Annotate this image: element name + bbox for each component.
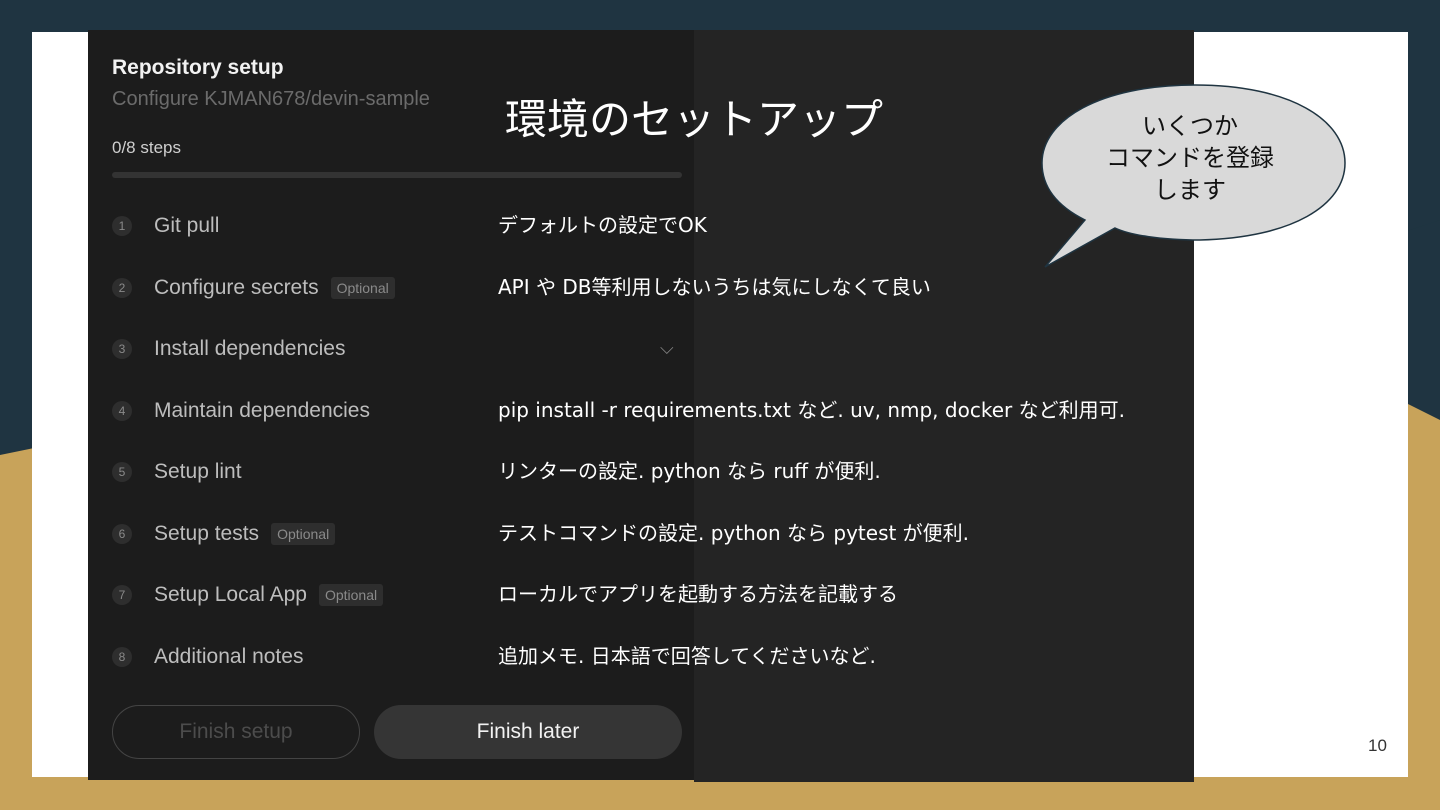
step-number: 6 bbox=[112, 524, 132, 544]
step-label: Additional notes bbox=[154, 645, 304, 668]
step-number: 3 bbox=[112, 339, 132, 359]
step-label: Configure secrets bbox=[154, 276, 319, 299]
optional-badge: Optional bbox=[271, 523, 336, 545]
note-git-pull: デフォルトの設定でOK bbox=[498, 213, 707, 237]
chevron-down-icon[interactable]: ⌵ bbox=[660, 338, 674, 359]
step-label: Setup lint bbox=[154, 460, 242, 483]
optional-badge: Optional bbox=[330, 277, 395, 299]
panel-subtitle: Configure KJMAN678/devin-sample bbox=[112, 88, 430, 110]
step-label: Setup Local App bbox=[154, 583, 307, 606]
note-maintain-dependencies: pip install -r requirements.txt など. uv, … bbox=[498, 398, 1125, 422]
panel-title: Repository setup bbox=[112, 56, 284, 79]
note-setup-lint: リンターの設定. python なら ruff が便利. bbox=[498, 459, 881, 483]
step-configure-secrets[interactable]: 2 Configure secrets Optional bbox=[112, 273, 395, 303]
note-setup-tests: テストコマンドの設定. python なら pytest が便利. bbox=[498, 521, 970, 545]
callout-line: いくつか bbox=[1142, 112, 1238, 140]
step-setup-local-app[interactable]: 7 Setup Local App Optional bbox=[112, 580, 384, 610]
step-number: 7 bbox=[112, 585, 132, 605]
step-number: 1 bbox=[112, 216, 132, 236]
finish-later-button[interactable]: Finish later bbox=[374, 705, 682, 759]
note-setup-local-app: ローカルでアプリを起動する方法を記載する bbox=[498, 582, 898, 606]
step-setup-lint[interactable]: 5 Setup lint bbox=[112, 457, 242, 487]
step-number: 5 bbox=[112, 462, 132, 482]
step-maintain-dependencies[interactable]: 4 Maintain dependencies bbox=[112, 396, 370, 426]
step-git-pull[interactable]: 1 Git pull bbox=[112, 211, 219, 241]
callout-text: いくつか コマンドを登録 します bbox=[1090, 110, 1290, 206]
slide-title: 環境のセットアップ bbox=[505, 95, 884, 144]
step-label: Git pull bbox=[154, 214, 220, 237]
step-label: Maintain dependencies bbox=[154, 399, 370, 422]
finish-setup-button[interactable]: Finish setup bbox=[112, 705, 360, 759]
step-install-dependencies[interactable]: 3 Install dependencies bbox=[112, 334, 345, 364]
note-configure-secrets: API や DB等利用しないうちは気にしなくて良い bbox=[498, 275, 931, 299]
step-label: Setup tests bbox=[154, 522, 260, 545]
callout-line: コマンドを登録 bbox=[1106, 144, 1274, 172]
step-setup-tests[interactable]: 6 Setup tests Optional bbox=[112, 519, 336, 549]
step-number: 8 bbox=[112, 647, 132, 667]
steps-progress-text: 0/8 steps bbox=[112, 138, 181, 157]
note-additional-notes: 追加メモ. 日本語で回答してくださいなど. bbox=[498, 644, 876, 668]
optional-badge: Optional bbox=[318, 584, 384, 606]
step-number: 2 bbox=[112, 278, 132, 298]
progress-bar bbox=[112, 172, 682, 178]
callout-line: します bbox=[1154, 176, 1226, 204]
step-number: 4 bbox=[112, 401, 132, 421]
step-additional-notes[interactable]: 8 Additional notes bbox=[112, 642, 303, 672]
page-number: 10 bbox=[1368, 736, 1387, 755]
step-label: Install dependencies bbox=[154, 337, 346, 360]
